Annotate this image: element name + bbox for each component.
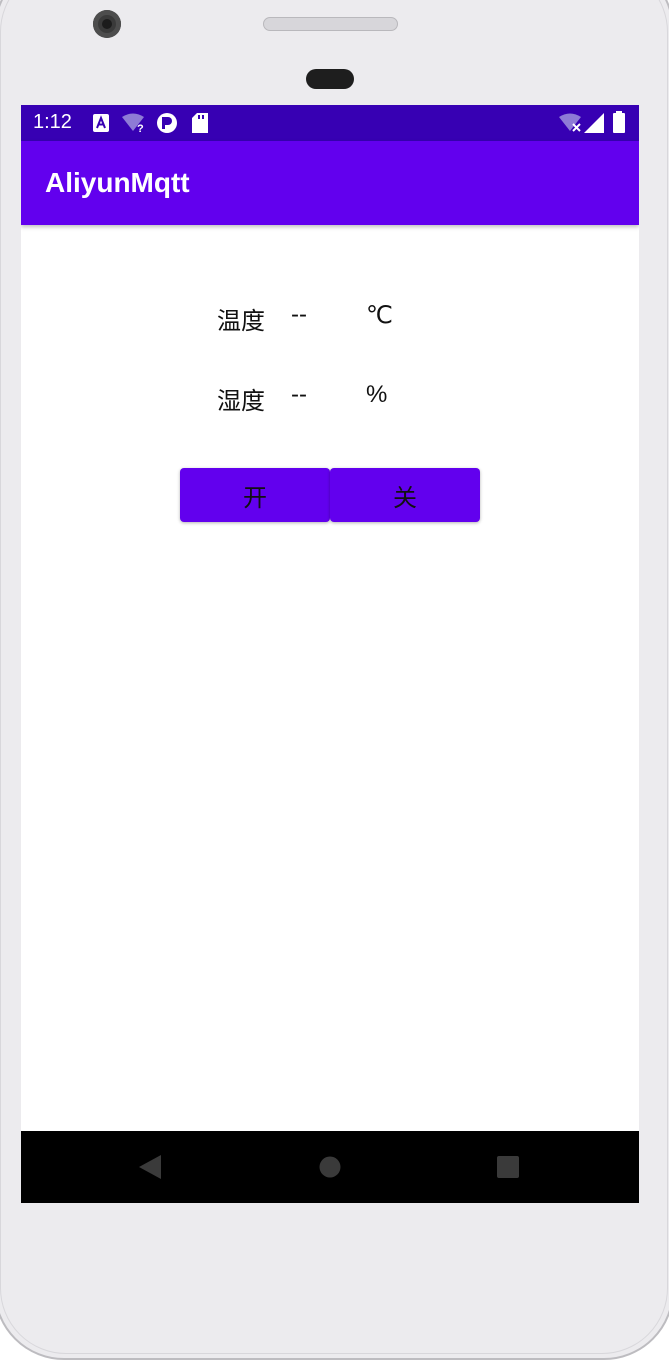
back-icon[interactable] <box>139 1155 161 1183</box>
home-icon[interactable] <box>319 1156 341 1182</box>
svg-text:?: ? <box>137 123 144 133</box>
off-button[interactable]: 关 <box>330 468 480 522</box>
front-camera <box>93 10 121 38</box>
proximity-sensor <box>306 69 354 89</box>
humidity-value: -- <box>291 381 307 408</box>
app-bar: AliyunMqtt <box>21 141 639 225</box>
humidity-label: 湿度 <box>217 388 265 415</box>
recents-icon[interactable] <box>497 1156 519 1182</box>
humidity-unit: % <box>366 381 388 408</box>
temperature-unit: ℃ <box>366 302 393 329</box>
p-notification-icon <box>156 112 178 138</box>
sd-card-icon <box>192 113 208 137</box>
app-title: AliyunMqtt <box>45 167 190 198</box>
signal-icon <box>584 113 604 137</box>
navigation-bar <box>21 1131 639 1203</box>
status-time: 1:12 <box>33 111 72 133</box>
device-screen: 1:12 ? AliyunMqtt 温度 -- ℃ 湿度 -- % 开 关 <box>21 105 639 1203</box>
status-bar: 1:12 ? <box>21 105 639 141</box>
wifi-question-icon: ? <box>122 113 148 137</box>
humidity-row: 湿度 -- % <box>21 381 639 421</box>
temperature-label: 温度 <box>217 308 265 335</box>
on-button[interactable]: 开 <box>180 468 330 522</box>
wifi-off-icon <box>559 113 583 137</box>
temperature-value: -- <box>291 301 307 328</box>
battery-icon <box>613 111 625 137</box>
temperature-row: 温度 -- ℃ <box>21 301 639 341</box>
a-notification-icon <box>93 114 109 136</box>
earpiece-speaker <box>263 17 398 31</box>
